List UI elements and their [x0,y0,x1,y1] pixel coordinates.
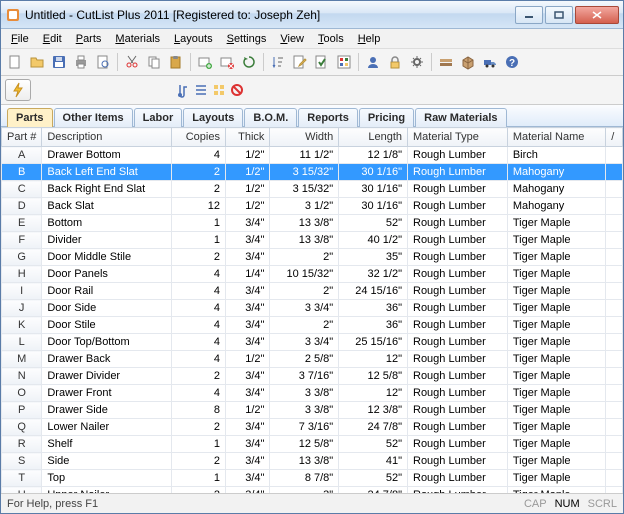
table-row[interactable]: NDrawer Divider23/4"3 7/16"12 5/8"Rough … [2,368,623,385]
status-cap: CAP [524,498,547,510]
table-row[interactable]: MDrawer Back41/2"2 5/8"12"Rough LumberTi… [2,351,623,368]
edit-icon[interactable] [290,52,310,72]
check-icon[interactable] [312,52,332,72]
materials-icon[interactable] [436,52,456,72]
copy-icon[interactable] [144,52,164,72]
menu-tools[interactable]: Tools [312,31,350,47]
add-part-icon[interactable] [195,52,215,72]
note-icon[interactable] [175,82,191,98]
table-row[interactable]: EBottom13/4"13 3/8"52"Rough LumberTiger … [2,215,623,232]
toolbar-secondary [1,76,623,105]
sort-icon[interactable] [268,52,288,72]
menubar: File Edit Parts Materials Layouts Settin… [1,29,623,49]
status-num: NUM [555,498,580,510]
tab-pricing[interactable]: Pricing [359,108,414,127]
col-header[interactable]: Part # [2,128,42,147]
remove-part-icon[interactable] [217,52,237,72]
status-scrl: SCRL [588,498,617,510]
tab-labor[interactable]: Labor [134,108,183,127]
col-header[interactable]: / [606,128,623,147]
truck-icon[interactable] [480,52,500,72]
table-row[interactable]: CBack Right End Slat21/2"3 15/32"30 1/16… [2,181,623,198]
package-icon[interactable] [458,52,478,72]
gear-icon[interactable] [407,52,427,72]
menu-materials[interactable]: Materials [109,31,166,47]
table-row[interactable]: PDrawer Side81/2"3 3/8"12 3/8"Rough Lumb… [2,402,623,419]
cut-icon[interactable] [122,52,142,72]
maximize-button[interactable] [545,6,573,24]
table-row[interactable]: SSide23/4"13 3/8"41"Rough LumberTiger Ma… [2,453,623,470]
col-header[interactable]: Thick [225,128,269,147]
menu-layouts[interactable]: Layouts [168,31,219,47]
menu-help[interactable]: Help [352,31,387,47]
menu-parts[interactable]: Parts [70,31,108,47]
menu-file[interactable]: File [5,31,35,47]
tab-otheritems[interactable]: Other Items [54,108,133,127]
svg-text:?: ? [509,58,515,69]
menu-edit[interactable]: Edit [37,31,68,47]
menu-settings[interactable]: Settings [221,31,273,47]
tab-rawmaterials[interactable]: Raw Materials [415,108,506,127]
titlebar: Untitled - CutList Plus 2011 [Registered… [1,1,623,29]
close-button[interactable] [575,6,619,24]
table-row[interactable]: JDoor Side43/4"3 3/4"36"Rough LumberTige… [2,300,623,317]
statusbar: For Help, press F1 CAP NUM SCRL [1,493,623,513]
print-icon[interactable] [71,52,91,72]
list-icon[interactable] [193,82,209,98]
lock-icon[interactable] [385,52,405,72]
forbid-icon[interactable] [229,82,245,98]
table-row[interactable]: IDoor Rail43/4"2"24 15/16"Rough LumberTi… [2,283,623,300]
table-row[interactable]: GDoor Middle Stile23/4"2"35"Rough Lumber… [2,249,623,266]
paste-icon[interactable] [166,52,186,72]
app-icon [5,7,21,23]
table-row[interactable]: RShelf13/4"12 5/8"52"Rough LumberTiger M… [2,436,623,453]
table-row[interactable]: QLower Nailer23/4"7 3/16"24 7/8"Rough Lu… [2,419,623,436]
toolbar-main: ? [1,49,623,76]
refresh-icon[interactable] [239,52,259,72]
col-header[interactable]: Description [42,128,172,147]
save-icon[interactable] [49,52,69,72]
new-icon[interactable] [5,52,25,72]
open-icon[interactable] [27,52,47,72]
col-header[interactable]: Material Name [507,128,605,147]
table-row[interactable]: HDoor Panels41/4"10 15/32"32 1/2"Rough L… [2,266,623,283]
help-icon[interactable]: ? [502,52,522,72]
lightning-button[interactable] [5,79,31,101]
minimize-button[interactable] [515,6,543,24]
table-row[interactable]: BBack Left End Slat21/2"3 15/32"30 1/16"… [2,164,623,181]
menu-view[interactable]: View [274,31,310,47]
col-header[interactable]: Length [339,128,408,147]
status-help: For Help, press F1 [7,498,516,510]
table-row[interactable]: ADrawer Bottom41/2"11 1/2"12 1/8"Rough L… [2,147,623,164]
col-header[interactable]: Width [270,128,339,147]
tab-parts[interactable]: Parts [7,108,53,127]
table-row[interactable]: TTop13/4"8 7/8"52"Rough LumberTiger Mapl… [2,470,623,487]
tab-layouts[interactable]: Layouts [183,108,243,127]
window-title: Untitled - CutList Plus 2011 [Registered… [25,8,515,22]
table-row[interactable]: KDoor Stile43/4"2"36"Rough LumberTiger M… [2,317,623,334]
col-header[interactable]: Material Type [408,128,508,147]
color-icon[interactable] [334,52,354,72]
tab-reports[interactable]: Reports [298,108,358,127]
user-icon[interactable] [363,52,383,72]
table-row[interactable]: LDoor Top/Bottom43/4"3 3/4"25 15/16"Roug… [2,334,623,351]
tab-bom[interactable]: B.O.M. [244,108,297,127]
col-header[interactable]: Copies [172,128,226,147]
table-row[interactable]: FDivider13/4"13 3/8"40 1/2"Rough LumberT… [2,232,623,249]
table-row[interactable]: ODrawer Front43/4"3 3/8"12"Rough LumberT… [2,385,623,402]
grid-icon[interactable] [211,82,227,98]
table-row[interactable]: DBack Slat121/2"3 1/2"30 1/16"Rough Lumb… [2,198,623,215]
tabstrip: PartsOther ItemsLaborLayoutsB.O.M.Report… [1,105,623,127]
preview-icon[interactable] [93,52,113,72]
parts-grid[interactable]: Part #DescriptionCopiesThickWidthLengthM… [1,127,623,493]
